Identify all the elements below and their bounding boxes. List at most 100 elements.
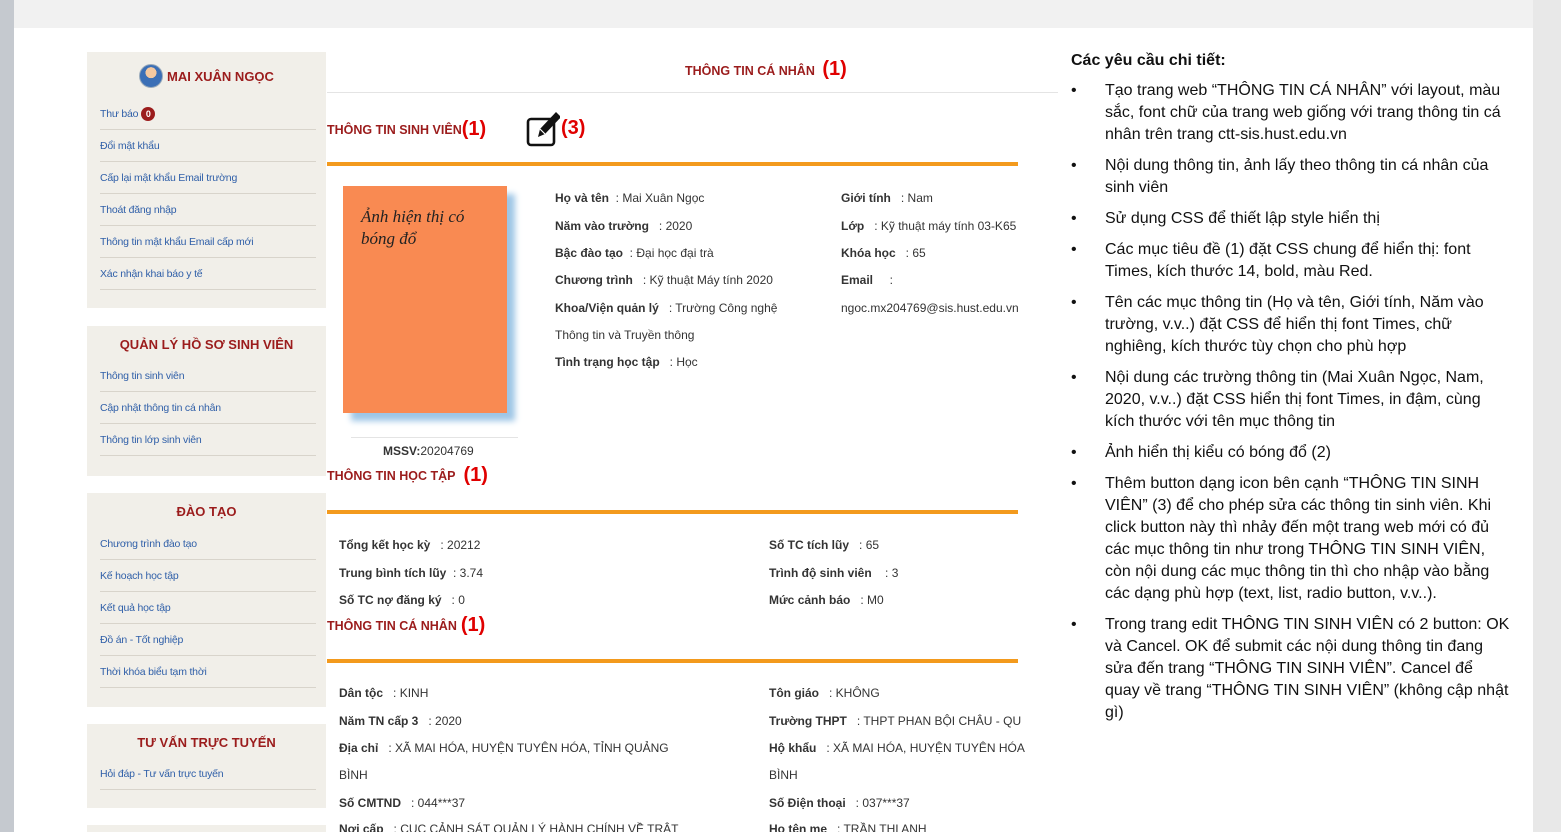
mssv-label: MSSV: [383, 444, 421, 458]
photo-caption: Ảnh hiện thị có bóng đổ [361, 207, 465, 248]
sidebar-item-thoat-dang-nhap[interactable]: Thoát đăng nhập [100, 194, 316, 226]
requirement-item: Tên các mục thông tin (Họ và tên, Giới t… [1071, 292, 1511, 358]
mssv: MSSV:20204769 [383, 444, 474, 458]
annotation-label: (1) [463, 464, 488, 486]
field-value: 044***37 [417, 796, 466, 810]
section-study-info: THÔNG TIN HỌC TẬP (1) [327, 464, 488, 487]
field-chuong-trinh: Chương trình : Kỹ thuật Máy tính 2020 [555, 273, 773, 287]
field-khoa-vien: Khoa/Viện quản lý : Trường Công nghệ [555, 301, 778, 315]
field-dia-chi-cont: BÌNH [339, 768, 368, 782]
sidebar-item-ket-qua[interactable]: Kết quả học tập [100, 592, 316, 624]
requirement-item: Các mục tiêu đề (1) đặt CSS chung để hiể… [1071, 239, 1511, 283]
sidebar-item-do-an[interactable]: Đồ án - Tốt nghiệp [100, 624, 316, 656]
section-rule [327, 162, 1018, 166]
field-label: Khoa/Viện quản lý [555, 301, 659, 315]
field-label: Số CMTND [339, 796, 401, 810]
section-title-text: THÔNG TIN CÁ NHÂN [327, 618, 457, 633]
sidebar-item-ke-hoach[interactable]: Kế hoạch học tập [100, 560, 316, 592]
sidebar-item-cap-lai-mat-khau[interactable]: Cấp lại mật khẩu Email trường [100, 162, 316, 194]
sidebar-item-doi-mat-khau[interactable]: Đổi mật khẩu [100, 130, 316, 162]
field-label: Mức cảnh báo [769, 593, 851, 607]
account-menu: Thư báo 0 Đổi mật khẩu Cấp lại mật khẩu E… [100, 98, 316, 290]
field-ho-khau: Hộ khẩu : XÃ MAI HÓA, HUYỆN TUYÊN HÓA [769, 741, 1025, 755]
field-dia-chi: Địa chỉ : XÃ MAI HÓA, HUYỆN TUYÊN HÓA, T… [339, 741, 669, 755]
field-value: Kỹ thuật Máy tính 2020 [649, 273, 773, 287]
field-noi-cap: Nơi cấp : CỤC CẢNH SÁT QUẢN LÝ HÀNH CHÍN… [339, 822, 678, 832]
sidebar-next-panel [87, 825, 326, 832]
field-value: THPT PHAN BỘI CHÂU - QU [863, 714, 1022, 728]
requirement-item: Thêm button dạng icon bên cạnh “THÔNG TI… [1071, 473, 1511, 605]
field-value: XÃ MAI HÓA, HUYỆN TUYÊN HÓA, TỈNH QUẢNG [395, 741, 669, 755]
edit-student-button[interactable] [526, 108, 561, 148]
field-label: Email [841, 273, 874, 287]
field-label: Năm vào trường [555, 219, 649, 233]
annotation-label: (1) [822, 58, 847, 80]
field-email: Email : [841, 273, 894, 287]
field-value: KINH [399, 686, 429, 700]
sidebar-training-panel: ĐÀO TẠO Chương trình đào tạo Kế hoạch họ… [87, 493, 326, 707]
sidebar-item-chuong-trinh[interactable]: Chương trình đào tạo [100, 528, 316, 560]
field-label: Họ tên mẹ [769, 822, 828, 832]
requirement-item: Nội dung các trường thông tin (Mai Xuân … [1071, 367, 1511, 433]
field-label: Chương trình [555, 273, 633, 287]
section-title-text: THÔNG TIN SINH VIÊN [327, 122, 462, 137]
sidebar-item-cap-nhat-thong-tin[interactable]: Cập nhật thông tin cá nhân [100, 392, 316, 424]
field-muc-canh-bao: Mức cảnh báo : M0 [769, 593, 884, 607]
field-lop: Lớp : Kỹ thuật máy tính 03-K65 [841, 219, 1017, 233]
annotation-label: (1) [460, 614, 486, 636]
field-label: Bậc đào tạo [555, 246, 624, 260]
requirement-item: Nội dung thông tin, ảnh lấy theo thông t… [1071, 155, 1511, 199]
sidebar-item-thong-tin-lop[interactable]: Thông tin lớp sinh viên [100, 424, 316, 456]
field-label: Trường THPT [769, 714, 847, 728]
requirement-item: Tạo trang web “THÔNG TIN CÁ NHÂN” với la… [1071, 80, 1511, 146]
sidebar-item-thoi-khoa-bieu[interactable]: Thời khóa biểu tạm thời [100, 656, 316, 688]
field-cmtnd: Số CMTND : 044***37 [339, 796, 466, 810]
requirement-item: Sử dụng CSS để thiết lập style hiển thị [1071, 208, 1511, 230]
field-label: Số TC nợ đăng ký [339, 593, 442, 607]
window-top-frame [14, 0, 1533, 28]
field-bac-dao-tao: Bậc đào tạo : Đại học đại trà [555, 246, 714, 260]
sidebar-consult-panel: TƯ VẤN TRỰC TUYẾN Hỏi đáp - Tư vấn trực … [87, 724, 326, 808]
sidebar-profile-panel: QUẢN LÝ HỒ SƠ SINH VIÊN Thông tin sinh v… [87, 326, 326, 476]
profile-menu: Thông tin sinh viên Cập nhật thông tin c… [100, 360, 316, 456]
field-value: TRẦN THỊ ANH [843, 822, 927, 832]
field-value: XÃ MAI HÓA, HUYỆN TUYÊN HÓA [833, 741, 1025, 755]
field-label: Họ và tên [555, 191, 610, 205]
sidebar-account-panel: MAI XUÂN NGỌC Thư báo 0 Đổi mật khẩu Cấp … [87, 52, 326, 308]
field-label: Trình độ sinh viên [769, 566, 872, 580]
requirements-panel: Các yêu cầu chi tiết: Tạo trang web “THÔ… [1071, 50, 1511, 733]
sidebar-item-thong-tin-mat-khau[interactable]: Thông tin mật khẩu Email cấp mới [100, 226, 316, 258]
requirements-title: Các yêu cầu chi tiết: [1071, 52, 1226, 69]
field-value: 20212 [447, 538, 481, 552]
field-label: Lớp [841, 219, 865, 233]
field-ho-ten: Họ và tên : Mai Xuân Ngọc [555, 191, 705, 205]
field-value: 3.74 [459, 566, 484, 580]
field-label: Tôn giáo [769, 686, 819, 700]
section-student-info: THÔNG TIN SINH VIÊN (1) [327, 118, 486, 141]
user-name: MAI XUÂN NGỌC [167, 68, 274, 84]
field-trinh-do: Trình độ sinh viên : 3 [769, 566, 899, 580]
requirement-item: Ảnh hiển thị kiểu có bóng đổ (2) [1071, 442, 1511, 464]
field-so-dien-thoai: Số Điện thoại : 037***37 [769, 796, 910, 810]
field-label: Số Điện thoại [769, 796, 846, 810]
sidebar-item-thu-bao[interactable]: Thư báo 0 [100, 98, 316, 130]
sidebar-item-khai-bao-y-te[interactable]: Xác nhận khai báo y tế [100, 258, 316, 290]
sidebar-item-hoi-dap[interactable]: Hỏi đáp - Tư vấn trực tuyến [100, 758, 316, 790]
divider [327, 92, 1058, 93]
sidebar-item-thong-tin-sinh-vien[interactable]: Thông tin sinh viên [100, 360, 316, 392]
field-khoa-hoc: Khóa học : 65 [841, 246, 926, 260]
sidebar-section-title: ĐÀO TẠO [176, 504, 237, 519]
field-so-tc-tich-luy: Số TC tích lũy : 65 [769, 538, 880, 552]
field-nam-vao-truong: Năm vào trường : 2020 [555, 219, 693, 233]
section-personal-info: THÔNG TIN CÁ NHÂN (1) [327, 614, 485, 637]
field-value: CỤC CẢNH SÁT QUẢN LÝ HÀNH CHÍNH VỀ TRẬT [400, 822, 679, 832]
field-label: Năm TN cấp 3 [339, 714, 419, 728]
field-tinh-trang: Tình trạng học tập : Học [555, 355, 698, 369]
field-value: Trường Công nghệ [675, 301, 778, 315]
unread-badge: 0 [141, 106, 156, 121]
field-label: Dân tộc [339, 686, 384, 700]
field-value: 0 [458, 593, 465, 607]
field-label: Tình trạng học tập [555, 355, 660, 369]
field-value: Học [676, 355, 698, 369]
field-ho-khau-cont: BÌNH [769, 768, 798, 782]
